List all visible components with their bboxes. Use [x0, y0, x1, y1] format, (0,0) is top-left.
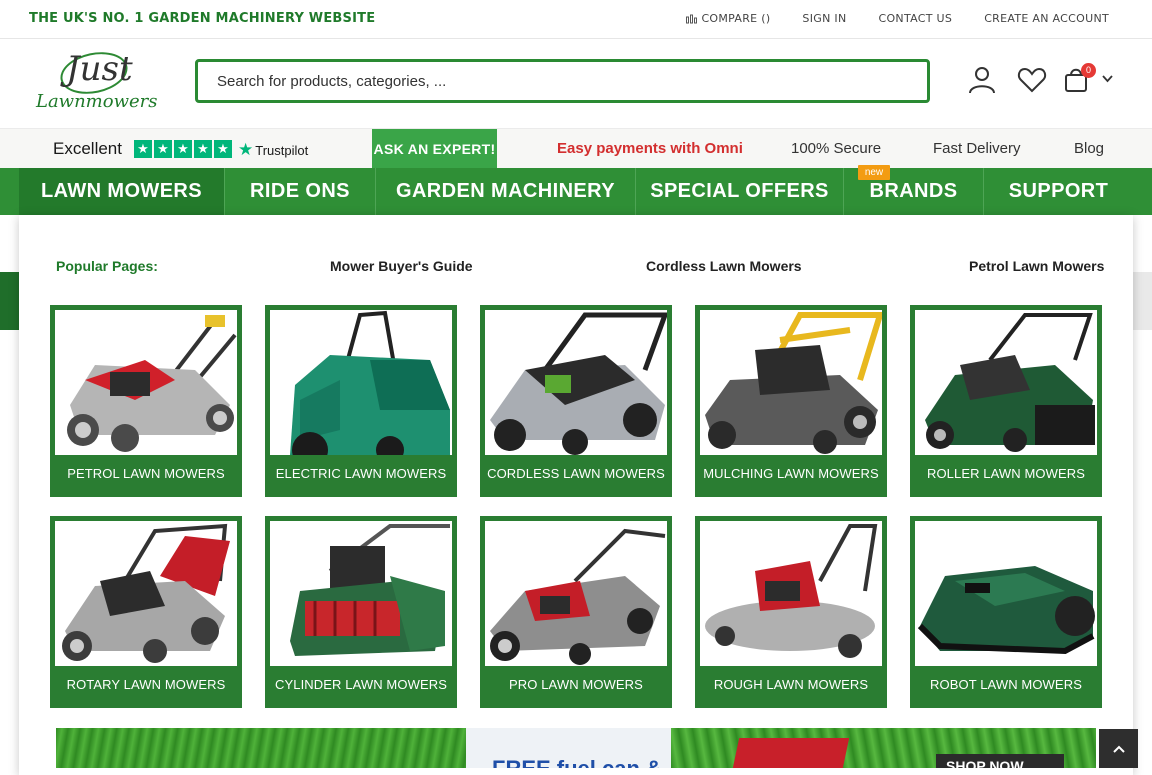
category-card-rough[interactable]: ROUGH LAWN MOWERS [695, 516, 887, 708]
mower-image [915, 521, 1097, 666]
new-badge: new [858, 165, 890, 180]
search-box [195, 59, 930, 103]
star-icon: ★ [194, 140, 212, 158]
banner-grass-image [56, 728, 466, 768]
category-label: ROBOT LAWN MOWERS [930, 677, 1082, 692]
background-hero-edge [0, 272, 19, 330]
popular-pages-label: Popular Pages: [56, 258, 158, 274]
contact-us-link[interactable]: CONTACT US [878, 12, 952, 25]
category-card-rotary[interactable]: ROTARY LAWN MOWERS [50, 516, 242, 708]
sign-in-link[interactable]: SIGN IN [802, 12, 846, 25]
category-label: ROLLER LAWN MOWERS [926, 466, 1086, 481]
mower-image [485, 310, 667, 455]
mower-image [270, 310, 452, 455]
fast-delivery-label: Fast Delivery [933, 140, 1021, 157]
nav-garden-machinery[interactable]: GARDEN MACHINERY [376, 168, 636, 215]
category-card-roller[interactable]: ROLLER LAWN MOWERS [910, 305, 1102, 497]
site-logo[interactable]: Just Lawnmowers [36, 46, 158, 117]
site-header: Just Lawnmowers 0 [0, 39, 1152, 128]
info-strip: Excellent ★ ★ ★ ★ ★ ★ Trustpilot ASK AN … [0, 128, 1152, 168]
star-icon: ★ [174, 140, 192, 158]
create-account-link[interactable]: CREATE AN ACCOUNT [984, 12, 1109, 25]
nav-lawn-mowers[interactable]: LAWN MOWERS [19, 168, 225, 215]
site-tagline: THE UK'S NO. 1 GARDEN MACHINERY WEBSITE [29, 11, 376, 26]
ask-an-expert-button[interactable]: ASK AN EXPERT! [372, 129, 497, 168]
category-label: MULCHING LAWN MOWERS [703, 466, 879, 481]
mower-image [915, 310, 1097, 455]
category-card-cordless[interactable]: CORDLESS LAWN MOWERS [480, 305, 672, 497]
mower-image [485, 521, 667, 666]
category-label: ROTARY LAWN MOWERS [66, 677, 226, 692]
trustpilot-label: Trustpilot [255, 142, 309, 158]
star-icon: ★ [134, 140, 152, 158]
compare-icon [686, 14, 698, 23]
trustpilot-stars: ★ ★ ★ ★ ★ [134, 140, 232, 158]
secure-label: 100% Secure [791, 140, 882, 157]
compare-link[interactable]: COMPARE () [686, 12, 770, 25]
promo-banner[interactable]: FREE fuel can & SHOP NOW [56, 728, 1096, 768]
top-bar: THE UK'S NO. 1 GARDEN MACHINERY WEBSITE … [0, 0, 1152, 39]
category-card-robot[interactable]: ROBOT LAWN MOWERS [910, 516, 1102, 708]
trustpilot-rating-word: Excellent [53, 139, 122, 158]
chevron-up-icon [1112, 745, 1125, 753]
shop-now-button[interactable]: SHOP NOW [936, 754, 1064, 768]
blog-link[interactable]: Blog [1074, 140, 1104, 157]
mower-image [55, 310, 237, 455]
category-card-electric[interactable]: ELECTRIC LAWN MOWERS [265, 305, 457, 497]
main-nav: LAWN MOWERS RIDE ONS GARDEN MACHINERY SP… [0, 165, 1152, 215]
cart-count-badge: 0 [1081, 63, 1096, 78]
star-icon: ★ [154, 140, 172, 158]
trustpilot-logo[interactable]: ★ Trustpilot [238, 140, 308, 160]
nav-special-offers[interactable]: SPECIAL OFFERS [636, 168, 844, 215]
category-label: PETROL LAWN MOWERS [67, 466, 225, 481]
popular-link-cordless[interactable]: Cordless Lawn Mowers [646, 258, 802, 274]
scroll-to-top-button[interactable] [1099, 729, 1138, 768]
lawn-mowers-mega-menu: Popular Pages: Mower Buyer's Guide Cordl… [19, 215, 1133, 775]
omni-payments-link[interactable]: Easy payments with Omni [557, 140, 743, 157]
category-label: ELECTRIC LAWN MOWERS [275, 466, 447, 481]
trustpilot-star-icon: ★ [238, 140, 254, 159]
search-input[interactable] [198, 62, 927, 100]
compare-label: COMPARE () [701, 12, 771, 25]
background-hero-edge [1133, 272, 1152, 330]
banner-mower-image [732, 738, 850, 768]
category-label: CORDLESS LAWN MOWERS [487, 466, 665, 481]
mower-image [270, 521, 452, 666]
nav-support[interactable]: SUPPORT [984, 168, 1133, 215]
category-label: ROUGH LAWN MOWERS [713, 677, 869, 692]
wishlist-heart-icon[interactable] [1017, 65, 1047, 95]
mower-image [55, 521, 237, 666]
account-links: COMPARE () SIGN IN CONTACT US CREATE AN … [686, 12, 1109, 25]
category-label: CYLINDER LAWN MOWERS [275, 677, 447, 692]
nav-ride-ons[interactable]: RIDE ONS [225, 168, 376, 215]
mower-image [700, 521, 882, 666]
popular-link-buyers-guide[interactable]: Mower Buyer's Guide [330, 258, 473, 274]
popular-link-petrol[interactable]: Petrol Lawn Mowers [969, 258, 1104, 274]
category-label: PRO LAWN MOWERS [509, 677, 643, 692]
category-card-pro[interactable]: PRO LAWN MOWERS [480, 516, 672, 708]
chevron-down-icon[interactable] [1102, 75, 1113, 83]
mower-image [700, 310, 882, 455]
star-icon: ★ [214, 140, 232, 158]
account-icon[interactable] [967, 65, 997, 95]
category-card-petrol[interactable]: PETROL LAWN MOWERS [50, 305, 242, 497]
logo-wordmark-top: Just [66, 49, 133, 89]
category-card-mulching[interactable]: MULCHING LAWN MOWERS [695, 305, 887, 497]
banner-headline: FREE fuel can & [492, 756, 662, 768]
category-card-cylinder[interactable]: CYLINDER LAWN MOWERS [265, 516, 457, 708]
logo-wordmark-bottom: Lawnmowers [36, 91, 158, 112]
